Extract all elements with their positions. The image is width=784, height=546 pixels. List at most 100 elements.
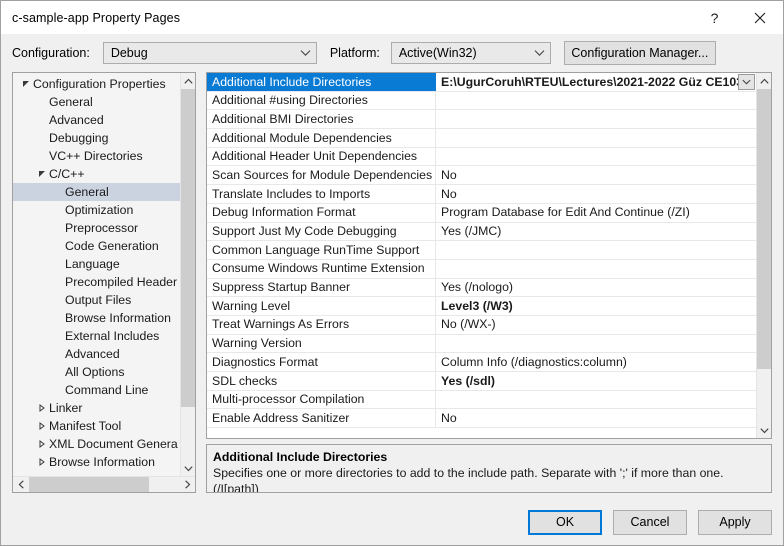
property-row[interactable]: Warning Level Level3 (/W3) xyxy=(207,296,756,316)
apply-button[interactable]: Apply xyxy=(698,509,772,535)
property-value[interactable]: Yes (/nologo) xyxy=(436,278,756,297)
tree-item-label: Configuration Properties xyxy=(33,77,166,91)
tree-item-label: Linker xyxy=(49,401,83,415)
expander-collapsed-icon[interactable] xyxy=(35,440,49,448)
grid-scroll-thumb[interactable] xyxy=(757,89,771,369)
tree-vertical-scrollbar[interactable] xyxy=(180,73,195,476)
tree-item[interactable]: Advanced xyxy=(13,111,180,129)
property-row[interactable]: Warning Version xyxy=(207,334,756,354)
tree-item[interactable]: Code Generation xyxy=(13,237,180,255)
configuration-manager-button[interactable]: Configuration Manager... xyxy=(563,41,716,65)
property-value[interactable] xyxy=(436,91,756,110)
tree-item[interactable]: VC++ Directories xyxy=(13,147,180,165)
property-row[interactable]: Suppress Startup Banner Yes (/nologo) xyxy=(207,278,756,298)
property-row[interactable]: Scan Sources for Module Dependencies No xyxy=(207,165,756,186)
property-name: Enable Address Sanitizer xyxy=(207,408,436,428)
dialog-body: Configuration Properties General Advanced D… xyxy=(1,72,783,499)
property-row[interactable]: Additional Include Directories E:\UgurCor… xyxy=(207,73,756,92)
property-value[interactable]: No xyxy=(436,166,756,185)
property-value[interactable]: Yes (/JMC) xyxy=(436,222,756,241)
grid-scroll-track[interactable] xyxy=(757,89,771,422)
dialog-footer: OK Cancel Apply xyxy=(1,499,783,545)
tree-item[interactable]: Language xyxy=(13,255,180,273)
tree-item[interactable]: Browse Information xyxy=(13,453,180,471)
property-value[interactable]: Level3 (/W3) xyxy=(436,297,756,316)
tree-item[interactable]: Preprocessor xyxy=(13,219,180,237)
property-value[interactable]: Column Info (/diagnostics:column) xyxy=(436,353,756,372)
tree-item[interactable]: Linker xyxy=(13,399,180,417)
tree-item[interactable]: Command Line xyxy=(13,381,180,399)
tree-item[interactable]: Configuration Properties xyxy=(13,75,180,93)
expander-expanded-icon[interactable] xyxy=(35,170,49,178)
property-value[interactable]: Yes (/sdl) xyxy=(436,372,756,391)
tree-hscroll-thumb[interactable] xyxy=(29,477,149,492)
property-row[interactable]: Common Language RunTime Support xyxy=(207,240,756,260)
property-row[interactable]: Additional Module Dependencies xyxy=(207,128,756,148)
tree-item[interactable]: General xyxy=(13,183,180,201)
scroll-down-arrow-icon[interactable] xyxy=(757,422,771,438)
expander-collapsed-icon[interactable] xyxy=(35,458,49,466)
property-row[interactable]: Support Just My Code Debugging Yes (/JMC) xyxy=(207,222,756,242)
property-value[interactable] xyxy=(436,110,756,129)
property-value[interactable]: E:\UgurCoruh\RTEU\Lectures\2021-2022 Güz… xyxy=(436,73,756,91)
property-row[interactable]: Debug Information Format Program Database… xyxy=(207,203,756,223)
property-row[interactable]: Additional BMI Directories xyxy=(207,109,756,130)
tree-item[interactable]: External Includes xyxy=(13,327,180,345)
property-row[interactable]: Translate Includes to Imports No xyxy=(207,184,756,204)
grid-vertical-scrollbar[interactable] xyxy=(756,73,771,438)
tree-item[interactable]: Browse Information xyxy=(13,309,180,327)
property-value[interactable]: No (/WX-) xyxy=(436,315,756,334)
tree-item[interactable]: XML Document Generator xyxy=(13,435,180,453)
help-button[interactable]: ? xyxy=(692,1,737,34)
property-row[interactable]: SDL checks Yes (/sdl) xyxy=(207,371,756,391)
window-controls: ? xyxy=(692,1,783,34)
property-row[interactable]: Enable Address Sanitizer No xyxy=(207,408,756,429)
ok-button[interactable]: OK xyxy=(528,509,602,535)
expander-collapsed-icon[interactable] xyxy=(35,404,49,412)
property-row[interactable]: Additional Header Unit Dependencies xyxy=(207,147,756,167)
scroll-up-arrow-icon[interactable] xyxy=(181,73,195,89)
tree-item[interactable]: Manifest Tool xyxy=(13,417,180,435)
property-value[interactable] xyxy=(436,334,756,353)
property-value[interactable] xyxy=(436,390,756,409)
tree-item[interactable]: Optimization xyxy=(13,201,180,219)
chevron-down-icon xyxy=(530,43,550,63)
property-value[interactable] xyxy=(436,129,756,148)
expander-collapsed-icon[interactable] xyxy=(35,422,49,430)
property-row[interactable]: Treat Warnings As Errors No (/WX-) xyxy=(207,315,756,335)
scroll-right-arrow-icon[interactable] xyxy=(179,477,195,492)
tree-horizontal-scrollbar[interactable] xyxy=(13,476,195,492)
configuration-select[interactable]: Debug xyxy=(102,42,317,64)
property-value[interactable]: No xyxy=(436,185,756,204)
scroll-left-arrow-icon[interactable] xyxy=(13,477,29,492)
tree-item[interactable]: C/C++ xyxy=(13,165,180,183)
property-name: Translate Includes to Imports xyxy=(207,184,436,204)
property-value[interactable] xyxy=(436,147,756,166)
property-row[interactable]: Multi-processor Compilation xyxy=(207,390,756,410)
property-row[interactable]: Additional #using Directories xyxy=(207,91,756,111)
expander-expanded-icon[interactable] xyxy=(19,80,33,88)
property-value[interactable] xyxy=(436,259,756,278)
tree-item[interactable]: Precompiled Header xyxy=(13,273,180,291)
tree-item[interactable]: Advanced xyxy=(13,345,180,363)
tree-scroll-track[interactable] xyxy=(181,89,195,460)
close-button[interactable] xyxy=(737,1,783,34)
property-editor-dropdown-button[interactable] xyxy=(738,74,755,90)
property-value[interactable]: Program Database for Edit And Continue (… xyxy=(436,203,756,222)
property-row[interactable]: Consume Windows Runtime Extension xyxy=(207,259,756,279)
cancel-button[interactable]: Cancel xyxy=(613,509,687,535)
scroll-down-arrow-icon[interactable] xyxy=(181,460,195,476)
tree-item[interactable]: Debugging xyxy=(13,129,180,147)
tree-item[interactable]: General xyxy=(13,93,180,111)
scroll-up-arrow-icon[interactable] xyxy=(757,73,771,89)
platform-select[interactable]: Active(Win32) xyxy=(390,42,551,64)
tree-item[interactable]: Output Files xyxy=(13,291,180,309)
tree-item[interactable]: All Options xyxy=(13,363,180,381)
tree-hscroll-track[interactable] xyxy=(29,477,179,492)
property-value[interactable]: No xyxy=(436,409,756,428)
property-value[interactable] xyxy=(436,241,756,260)
property-name: SDL checks xyxy=(207,371,436,391)
tree-scroll-thumb[interactable] xyxy=(181,89,195,407)
property-name: Warning Level xyxy=(207,296,436,316)
property-row[interactable]: Diagnostics Format Column Info (/diagnost… xyxy=(207,352,756,372)
